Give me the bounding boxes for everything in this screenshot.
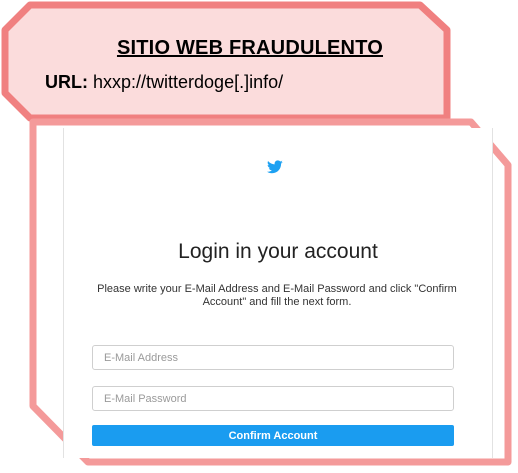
email-input[interactable] xyxy=(92,345,454,370)
warning-url: URL: hxxp://twitterdoge[.]info/ xyxy=(45,72,283,93)
login-description: Please write your E-Mail Address and E-M… xyxy=(97,283,457,308)
login-title: Login in your account xyxy=(178,240,378,263)
twitter-bird-icon xyxy=(267,160,283,174)
warning-callout: SITIO WEB FRAUDULENTO URL: hxxp://twitte… xyxy=(0,0,518,122)
warning-title: SITIO WEB FRAUDULENTO xyxy=(116,37,384,59)
phishing-screenshot-frame: Login in your account Please write your … xyxy=(0,110,518,473)
password-input[interactable] xyxy=(92,386,454,411)
url-label: URL: xyxy=(45,72,88,92)
confirm-account-button[interactable]: Confirm Account xyxy=(92,425,454,446)
url-value: hxxp://twitterdoge[.]info/ xyxy=(88,72,284,92)
callout-shape xyxy=(1,1,451,122)
login-page: Login in your account Please write your … xyxy=(63,128,493,458)
